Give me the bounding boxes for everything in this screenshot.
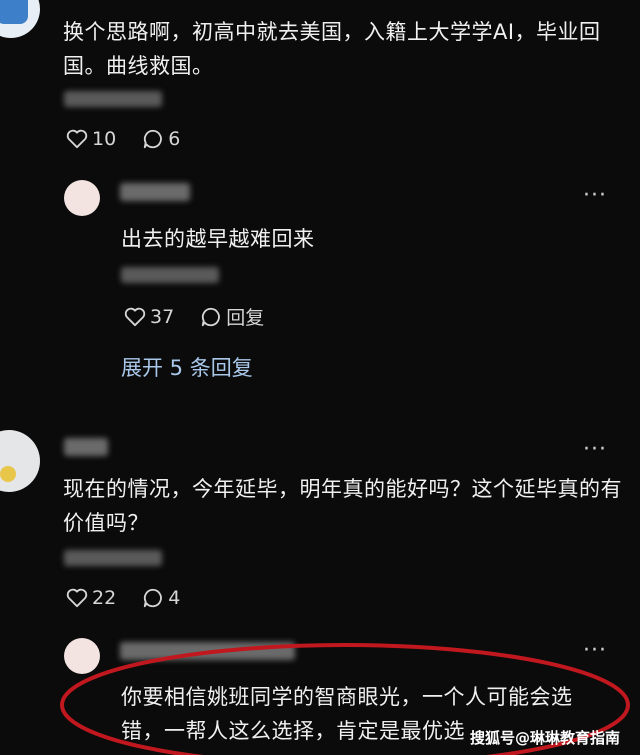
annotation-ellipse	[60, 643, 630, 755]
more-options-button[interactable]: ···	[583, 638, 607, 663]
reply-button[interactable]: 4	[142, 587, 180, 609]
comment-timestamp-blurred	[64, 550, 162, 566]
avatar[interactable]	[64, 638, 100, 674]
username-blurred	[120, 642, 295, 660]
heart-icon	[66, 129, 88, 149]
username-blurred	[64, 438, 108, 456]
username-blurred	[120, 183, 190, 201]
like-button[interactable]: 10	[66, 128, 116, 150]
reply-count: 4	[168, 587, 181, 609]
comment-bubble-icon	[144, 588, 163, 608]
avatar[interactable]	[64, 180, 100, 216]
expand-replies-link[interactable]: 展开 5 条回复	[121, 352, 253, 382]
like-count: 22	[92, 587, 117, 609]
heart-icon	[66, 588, 88, 608]
comment-actions: 22 4	[66, 587, 180, 609]
comment-bubble-icon	[202, 307, 221, 326]
avatar[interactable]	[0, 430, 40, 492]
comment-actions: 10 6	[66, 128, 180, 150]
like-button[interactable]: 37	[124, 306, 174, 328]
reply-button[interactable]: 回复	[200, 303, 264, 330]
reply-label: 回复	[226, 307, 265, 329]
watermark: 搜狐号@琳琳教育指南	[470, 729, 621, 747]
comment-text: 现在的情况，今年延毕，明年真的能好吗？这个延毕真的有价值吗？	[63, 477, 622, 535]
avatar[interactable]	[0, 0, 40, 38]
like-count: 37	[150, 305, 175, 328]
reply-button[interactable]: 6	[142, 128, 180, 150]
reply-timestamp-blurred	[121, 267, 219, 283]
reply-actions: 37 回复	[124, 303, 264, 330]
comment-timestamp-blurred	[64, 91, 162, 107]
comment-text: 换个思路啊，初高中就去美国，入籍上大学学AI，毕业回国。曲线救国。	[63, 20, 601, 78]
comment-bubble-icon	[144, 129, 163, 149]
like-button[interactable]: 22	[66, 587, 116, 609]
reply-count: 6	[168, 128, 181, 150]
more-options-button[interactable]: ···	[583, 183, 607, 208]
more-options-button[interactable]: ···	[583, 437, 607, 462]
heart-icon	[124, 307, 146, 326]
like-count: 10	[92, 128, 117, 150]
reply-text: 出去的越早越难回来	[121, 227, 315, 251]
